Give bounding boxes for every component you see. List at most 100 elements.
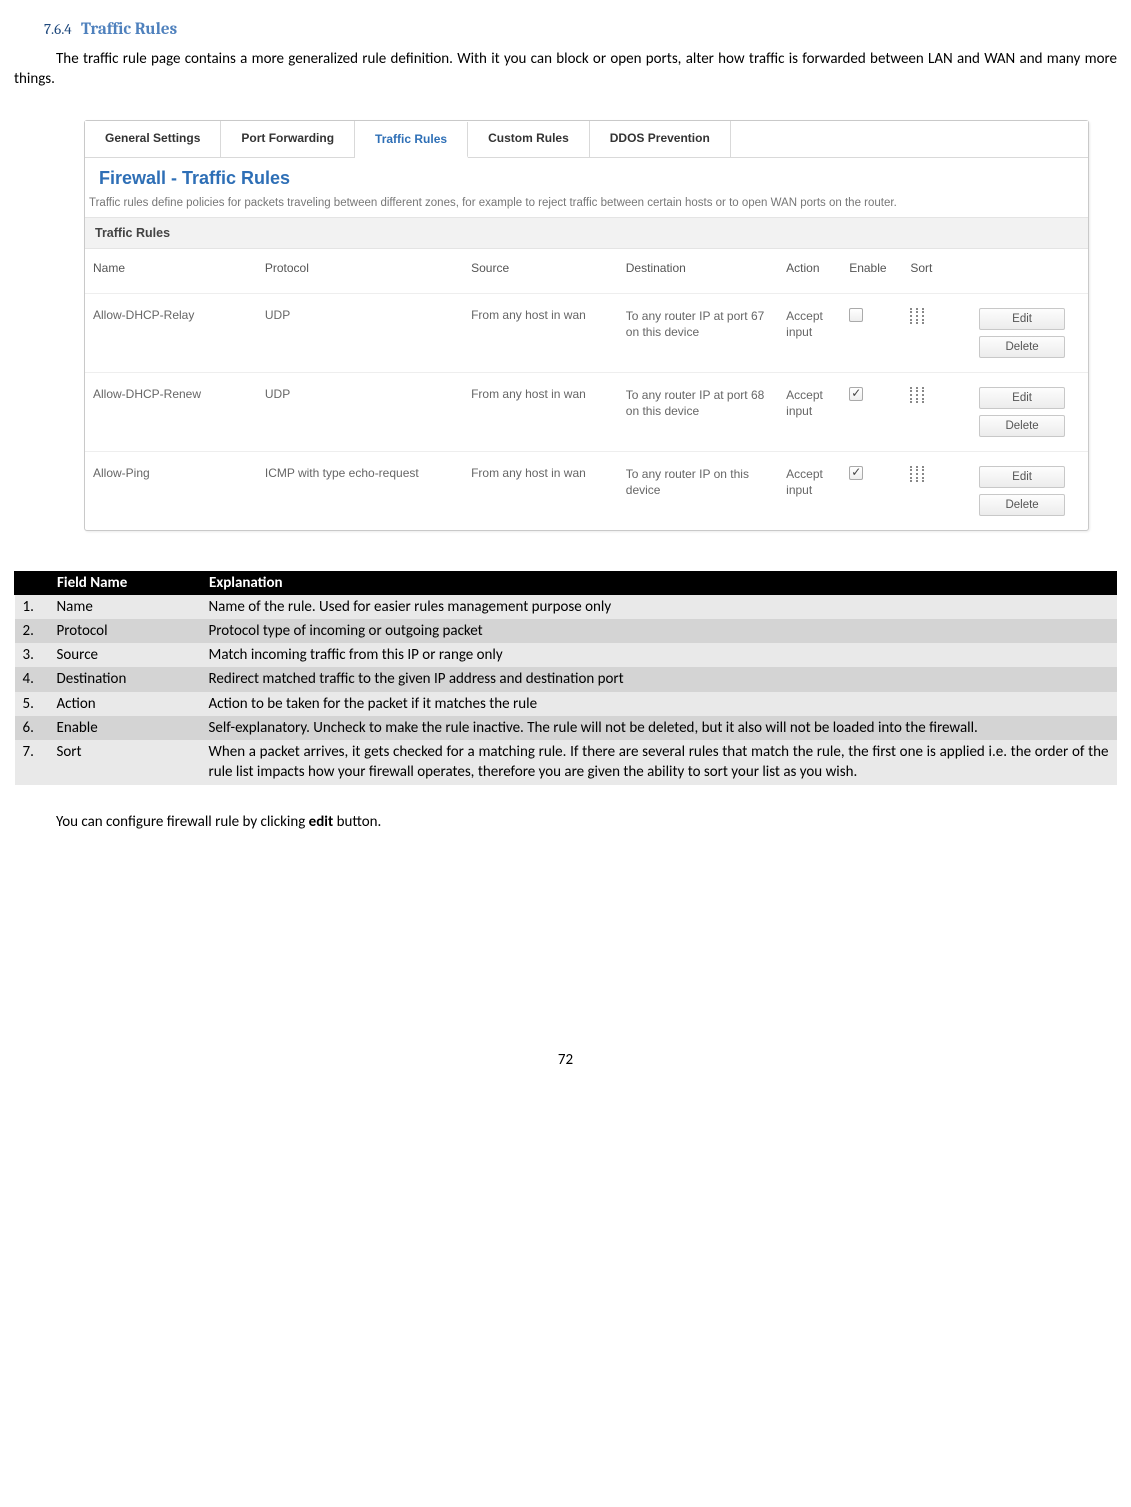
tab-spacer [731, 121, 1088, 157]
field-name: Destination [49, 667, 201, 691]
cell-source: From any host in wan [463, 293, 618, 372]
col-protocol: Protocol [257, 249, 463, 294]
section-title: Traffic Rules [81, 20, 177, 39]
cell-enable [841, 451, 902, 530]
cell-action: Accept input [778, 372, 841, 451]
field-name: Name [49, 594, 201, 619]
field-row: 6. Enable Self-explanatory. Uncheck to m… [15, 716, 1117, 740]
intro-paragraph: The traffic rule page contains a more ge… [14, 49, 1117, 90]
delete-button[interactable]: Delete [979, 494, 1065, 516]
field-num: 7. [15, 740, 49, 785]
cell-protocol: UDP [257, 372, 463, 451]
tab-ddos-prevention[interactable]: DDOS Prevention [590, 121, 731, 157]
screenshot-container: General Settings Port Forwarding Traffic… [84, 120, 1117, 531]
tab-custom-rules[interactable]: Custom Rules [468, 121, 590, 157]
field-num: 6. [15, 716, 49, 740]
field-name: Source [49, 643, 201, 667]
edit-button[interactable]: Edit [979, 466, 1065, 488]
field-row: 1. Name Name of the rule. Used for easie… [15, 594, 1117, 619]
sort-handle-icon[interactable] [916, 387, 924, 403]
field-header-row: Field Name Explanation [15, 571, 1117, 594]
table-row: Allow-DHCP-Renew UDP From any host in wa… [85, 372, 1088, 451]
closing-bold: edit [309, 813, 334, 831]
intro-text: The traffic rule page contains a more ge… [14, 49, 1117, 90]
cell-action: Accept input [778, 293, 841, 372]
field-row: 2. Protocol Protocol type of incoming or… [15, 619, 1117, 643]
cell-source: From any host in wan [463, 451, 618, 530]
tab-general-settings[interactable]: General Settings [85, 121, 221, 157]
cell-buttons: Edit Delete [971, 293, 1088, 372]
section-heading: 7.6.4 Traffic Rules [44, 20, 1117, 39]
table-row: Allow-DHCP-Relay UDP From any host in wa… [85, 293, 1088, 372]
panel-title: Firewall - Traffic Rules [85, 158, 1088, 195]
cell-name: Allow-DHCP-Relay [85, 293, 257, 372]
field-header-num [15, 571, 49, 594]
page-number: 72 [14, 1051, 1117, 1069]
field-row: 5. Action Action to be taken for the pac… [15, 692, 1117, 716]
cell-protocol: ICMP with type echo-request [257, 451, 463, 530]
col-name: Name [85, 249, 257, 294]
enable-checkbox[interactable] [849, 466, 863, 480]
delete-button[interactable]: Delete [979, 336, 1065, 358]
closing-pre: You can configure firewall rule by click… [56, 813, 309, 831]
cell-action: Accept input [778, 451, 841, 530]
col-action: Action [778, 249, 841, 294]
cell-source: From any host in wan [463, 372, 618, 451]
field-exp: When a packet arrives, it gets checked f… [201, 740, 1117, 785]
rules-table: Name Protocol Source Destination Action … [85, 249, 1088, 530]
field-num: 1. [15, 594, 49, 619]
field-exp: Self-explanatory. Uncheck to make the ru… [201, 716, 1117, 740]
field-exp: Name of the rule. Used for easier rules … [201, 594, 1117, 619]
table-row: Allow-Ping ICMP with type echo-request F… [85, 451, 1088, 530]
field-row: 7. Sort When a packet arrives, it gets c… [15, 740, 1117, 785]
section-bar: Traffic Rules [85, 217, 1088, 249]
delete-button[interactable]: Delete [979, 415, 1065, 437]
field-exp: Action to be taken for the packet if it … [201, 692, 1117, 716]
col-destination: Destination [618, 249, 778, 294]
field-explanation-table: Field Name Explanation 1. Name Name of t… [14, 571, 1117, 785]
field-exp: Redirect matched traffic to the given IP… [201, 667, 1117, 691]
section-number: 7.6.4 [44, 20, 72, 38]
edit-button[interactable]: Edit [979, 308, 1065, 330]
col-sort: Sort [902, 249, 971, 294]
cell-protocol: UDP [257, 293, 463, 372]
field-exp: Match incoming traffic from this IP or r… [201, 643, 1117, 667]
cell-sort [902, 293, 971, 372]
enable-checkbox[interactable] [849, 387, 863, 401]
cell-sort [902, 372, 971, 451]
closing-paragraph: You can configure firewall rule by click… [14, 813, 1117, 831]
cell-destination: To any router IP at port 67 on this devi… [618, 293, 778, 372]
field-num: 2. [15, 619, 49, 643]
field-name: Protocol [49, 619, 201, 643]
enable-checkbox[interactable] [849, 308, 863, 322]
field-row: 3. Source Match incoming traffic from th… [15, 643, 1117, 667]
field-exp: Protocol type of incoming or outgoing pa… [201, 619, 1117, 643]
sort-handle-icon[interactable] [916, 308, 924, 324]
cell-name: Allow-DHCP-Renew [85, 372, 257, 451]
field-row: 4. Destination Redirect matched traffic … [15, 667, 1117, 691]
col-enable: Enable [841, 249, 902, 294]
field-header-name: Field Name [49, 571, 201, 594]
field-num: 3. [15, 643, 49, 667]
field-num: 4. [15, 667, 49, 691]
tab-bar: General Settings Port Forwarding Traffic… [85, 121, 1088, 158]
cell-name: Allow-Ping [85, 451, 257, 530]
cell-sort [902, 451, 971, 530]
panel-description: Traffic rules define policies for packet… [85, 195, 1088, 217]
field-name: Enable [49, 716, 201, 740]
firewall-panel: General Settings Port Forwarding Traffic… [84, 120, 1089, 531]
tab-traffic-rules[interactable]: Traffic Rules [355, 122, 468, 158]
rules-header-row: Name Protocol Source Destination Action … [85, 249, 1088, 294]
col-source: Source [463, 249, 618, 294]
closing-post: button. [333, 813, 381, 831]
field-name: Sort [49, 740, 201, 785]
field-num: 5. [15, 692, 49, 716]
field-name: Action [49, 692, 201, 716]
edit-button[interactable]: Edit [979, 387, 1065, 409]
cell-enable [841, 372, 902, 451]
sort-handle-icon[interactable] [916, 466, 924, 482]
cell-destination: To any router IP at port 68 on this devi… [618, 372, 778, 451]
tab-port-forwarding[interactable]: Port Forwarding [221, 121, 355, 157]
col-actions [971, 249, 1088, 294]
cell-destination: To any router IP on this device [618, 451, 778, 530]
